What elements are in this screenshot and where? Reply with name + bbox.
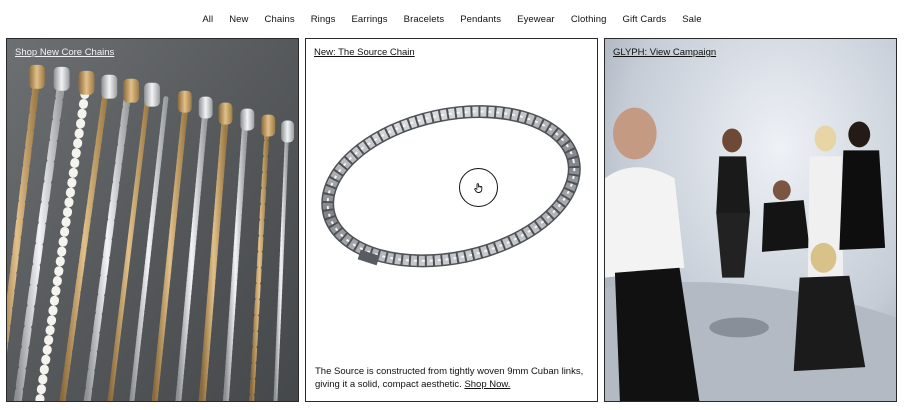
nav-clothing[interactable]: Clothing	[563, 14, 615, 25]
nav-sale[interactable]: Sale	[674, 14, 709, 25]
source-chain-panel[interactable]: New: The Source Chain The Source is cons…	[305, 38, 598, 402]
nav-rings[interactable]: Rings	[303, 14, 344, 25]
glyph-campaign-image	[605, 39, 896, 401]
nav-pendants[interactable]: Pendants	[452, 14, 509, 25]
core-chains-image	[7, 39, 298, 401]
source-chain-image	[321, 105, 581, 268]
nav-new[interactable]: New	[221, 14, 256, 25]
nav-earrings[interactable]: Earrings	[343, 14, 395, 25]
nav-all[interactable]: All	[194, 14, 221, 25]
nav-bracelets[interactable]: Bracelets	[396, 14, 453, 25]
glyph-campaign-panel[interactable]: GLYPH: View Campaign	[604, 38, 897, 402]
category-nav: All New Chains Rings Earrings Bracelets …	[0, 0, 904, 38]
source-chain-caption: The Source is constructed from tightly w…	[315, 365, 590, 391]
nav-gift-cards[interactable]: Gift Cards	[614, 14, 674, 25]
hand-pointer-icon	[473, 182, 482, 193]
shop-now-link[interactable]: Shop Now.	[464, 379, 510, 390]
core-chains-panel[interactable]: Shop New Core Chains	[6, 38, 299, 402]
quick-view-button[interactable]	[459, 168, 498, 207]
source-chain-description: The Source is constructed from tightly w…	[315, 366, 584, 390]
nav-eyewear[interactable]: Eyewear	[509, 14, 563, 25]
nav-chains[interactable]: Chains	[257, 14, 303, 25]
glyph-campaign-link[interactable]: GLYPH: View Campaign	[613, 47, 716, 58]
shop-core-chains-link[interactable]: Shop New Core Chains	[15, 47, 114, 58]
source-chain-link[interactable]: New: The Source Chain	[314, 47, 415, 58]
